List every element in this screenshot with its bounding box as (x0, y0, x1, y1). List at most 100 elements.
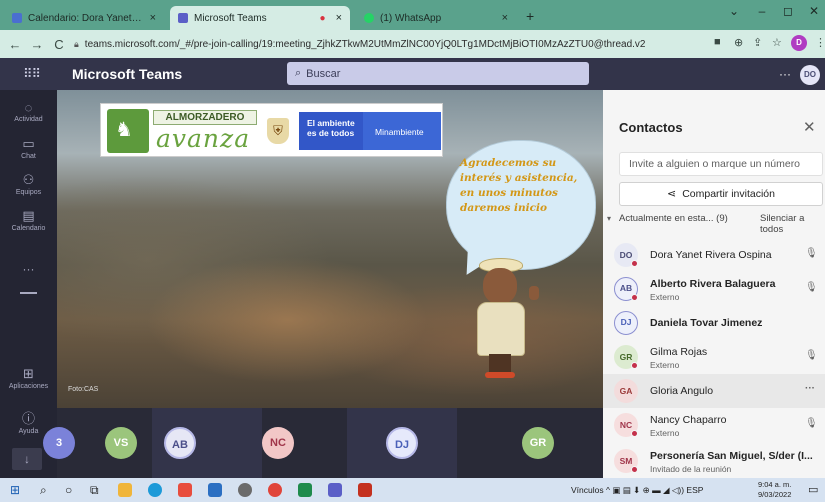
chevron-down-icon[interactable]: ▾ (607, 214, 611, 223)
clock-time: 9:04 a. m. (758, 480, 792, 489)
rail-label: Chat (21, 153, 36, 160)
rail-item-calendario[interactable]: ▤ Calendario (0, 208, 57, 232)
download-icon[interactable]: ↓ (12, 448, 42, 470)
mail-icon[interactable] (208, 483, 222, 497)
excel-icon[interactable] (298, 483, 312, 497)
tab-search-icon[interactable]: ⌄ (720, 4, 748, 18)
rail-label: Calendario (11, 225, 46, 232)
zoom-icon[interactable]: ⊕ (734, 36, 743, 49)
chat-icon: ▭ (22, 136, 35, 151)
invite-placeholder: Invite a alguien o marque un número (629, 158, 801, 170)
mic-off-icon[interactable]: 🎙︎ (805, 350, 818, 361)
mic-off-icon[interactable]: 🎙︎ (805, 418, 818, 429)
invite-input[interactable]: Invite a alguien o marque un número (619, 152, 823, 176)
chrome-icon[interactable] (268, 483, 282, 497)
rail-item-actividad[interactable]: ◌ Actividad (0, 100, 57, 123)
app-launcher-icon[interactable]: ⠿⠿ (23, 66, 41, 82)
teams-taskbar-icon[interactable] (328, 483, 342, 497)
user-avatar[interactable]: DO (800, 65, 820, 85)
rail-item-aplicaciones[interactable]: ⊞ Aplicaciones (0, 366, 57, 390)
participant-avatar: GA (614, 379, 638, 403)
section-header[interactable]: Actualmente en esta... (9) (619, 213, 728, 224)
address-bar[interactable]: 🔒︎ teams.microsoft.com/_#/pre-join-calli… (74, 33, 694, 55)
task-view-icon[interactable]: ⧉ (90, 483, 99, 498)
mic-off-icon[interactable]: 🎙︎ (805, 248, 818, 259)
cortana-icon[interactable]: ○ (65, 483, 72, 497)
share-icon: ⋖ (666, 188, 677, 200)
edge-icon[interactable] (148, 483, 162, 497)
tab-whatsapp[interactable]: (1) WhatsApp × (356, 6, 516, 30)
taskbar: ⊞ ⌕ ○ ⧉ Vínculos ^ ▣ ▤ ⬇ ⊕ ▬ ◢ ◁)) ESP 9… (0, 478, 825, 502)
maximize-icon[interactable]: ◻ (774, 4, 802, 18)
system-clock[interactable]: 9:04 a. m. 9/03/2022 (758, 480, 791, 500)
participant-subtitle: Externo (650, 292, 680, 302)
alpaca-logo-icon: ♞ (107, 109, 149, 153)
share-label: Compartir invitación (682, 188, 775, 200)
share-invitation-button[interactable]: ⋖ Compartir invitación (619, 182, 823, 206)
apps-icon: ⊞ (23, 366, 34, 381)
participant-row[interactable]: DO Dora Yanet Rivera Ospina 🎙︎ (603, 238, 825, 272)
lock-icon: 🔒︎ (74, 38, 79, 49)
browser-menu-icon[interactable]: ⋮ (815, 36, 825, 49)
tab-calendar[interactable]: Calendario: Dora Yanet Rivera Os × (4, 6, 164, 30)
rail-item-equipos[interactable]: ⚇ Equipos (0, 172, 57, 196)
search-input[interactable]: ⌕ Buscar (287, 62, 589, 85)
participant-row[interactable]: GR Gilma Rojas Externo 🎙︎ (603, 340, 825, 374)
more-apps-icon[interactable]: ··· (0, 262, 57, 276)
pdf-icon[interactable] (358, 483, 372, 497)
close-panel-icon[interactable]: ✕ (803, 118, 816, 136)
tray-links[interactable]: Vínculos ^ ▣ ▤ ⬇ ⊕ ▬ ◢ ◁)) ESP (571, 485, 703, 496)
participant-row[interactable]: NC Nancy Chaparro Externo 🎙︎ (603, 408, 825, 442)
camera-indicator-icon[interactable]: ■ (714, 36, 721, 48)
close-tab-icon[interactable]: × (336, 12, 342, 24)
participant-avatar: DJ (386, 427, 418, 459)
presence-dot-icon (631, 294, 638, 301)
minimize-icon[interactable]: – (748, 4, 776, 18)
participant-row[interactable]: SM Personería San Miguel, S/der (I... Invi… (603, 444, 825, 478)
gov-tagline: El ambiente es de todos (299, 112, 363, 150)
bookmark-star-icon[interactable]: ☆ (772, 36, 782, 49)
participant-avatar: NC (262, 427, 294, 459)
participant-row[interactable]: AB Alberto Rivera Balaguera Externo 🎙︎ (603, 272, 825, 306)
rail-item-chat[interactable]: ▭ Chat (0, 136, 57, 160)
close-tab-icon[interactable]: × (150, 12, 156, 24)
back-icon[interactable]: ← (4, 37, 26, 52)
recording-dot-icon: ● (319, 12, 326, 24)
teams-header: ⠿⠿ Microsoft Teams ⌕ Buscar ··· DO (0, 58, 825, 90)
profile-avatar[interactable]: D (791, 35, 807, 51)
brand-bottom-label: avanza (156, 124, 251, 153)
store-icon[interactable] (178, 483, 192, 497)
windows-start-icon[interactable]: ⊞ (10, 483, 20, 497)
participant-avatar: 3 (43, 427, 75, 459)
presence-dot-icon (631, 362, 638, 369)
reload-icon[interactable]: C (48, 37, 70, 52)
more-icon[interactable]: ··· (805, 383, 815, 394)
share-page-icon[interactable]: ⇪ (753, 36, 762, 49)
new-tab-button[interactable]: + (526, 8, 534, 24)
close-tab-icon[interactable]: × (502, 12, 508, 24)
participant-tile[interactable]: AB (152, 408, 262, 478)
mic-off-icon[interactable]: 🎙︎ (805, 282, 818, 293)
notification-icon[interactable]: ▭ (808, 483, 818, 496)
ministry-label: Minambiente (363, 112, 441, 150)
file-explorer-icon[interactable] (118, 483, 132, 497)
close-window-icon[interactable]: ✕ (800, 4, 825, 18)
participant-name: Nancy Chaparro (650, 414, 727, 426)
search-icon[interactable]: ⌕ (40, 483, 47, 498)
participant-tile[interactable]: GR (457, 408, 603, 478)
tab-teams[interactable]: Microsoft Teams ● × (170, 6, 350, 30)
participant-subtitle: Externo (650, 360, 680, 370)
brand-top-label: ALMORZADERO (153, 110, 257, 125)
participant-tile[interactable]: DJ (347, 408, 457, 478)
more-options-icon[interactable]: ··· (779, 67, 791, 81)
forward-icon[interactable]: → (26, 37, 48, 52)
participant-row[interactable]: DJ Daniela Tovar Jimenez (603, 306, 825, 340)
mute-all-button[interactable]: Silenciar a todos (760, 213, 825, 235)
settings-icon[interactable] (238, 483, 252, 497)
participant-tile[interactable]: 3 (43, 408, 87, 478)
participant-row[interactable]: GA Gloria Angulo ··· (603, 374, 825, 408)
mascot-poncho (477, 302, 525, 356)
presence-dot-icon (631, 260, 638, 267)
participant-avatar: GR (522, 427, 554, 459)
rail-label: Actividad (14, 116, 43, 123)
